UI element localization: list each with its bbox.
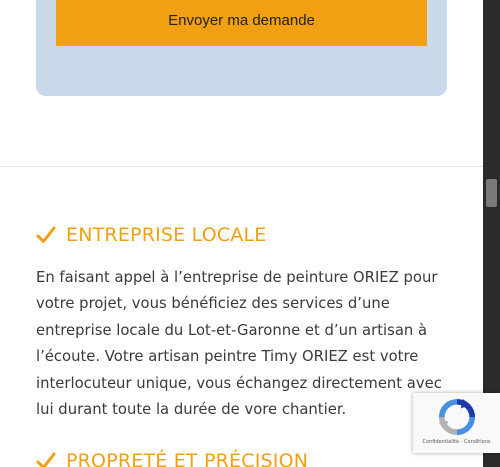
section-heading-cleanliness: PROPRETÉ ET PRÉCISION — [36, 446, 308, 467]
recaptcha-badge[interactable]: Confidentialité - Conditions — [413, 393, 500, 453]
recaptcha-icon — [438, 398, 476, 436]
section-body-text: En faisant appel à l’entreprise de peint… — [36, 269, 442, 419]
check-icon — [36, 452, 56, 467]
section-title: ENTREPRISE LOCALE — [66, 224, 267, 246]
section-divider — [0, 166, 483, 167]
scrollbar-thumb[interactable] — [486, 179, 497, 207]
submit-request-button[interactable]: Envoyer ma demande — [56, 0, 427, 46]
check-icon — [36, 226, 56, 243]
contact-form-panel: Envoyer ma demande — [36, 0, 447, 96]
section-heading-local-business: ENTREPRISE LOCALE — [36, 220, 267, 250]
section-title: PROPRETÉ ET PRÉCISION — [66, 450, 309, 467]
recaptcha-footer-links[interactable]: Confidentialité - Conditions — [413, 439, 500, 445]
page-content: Envoyer ma demande ENTREPRISE LOCALE En … — [0, 0, 483, 467]
